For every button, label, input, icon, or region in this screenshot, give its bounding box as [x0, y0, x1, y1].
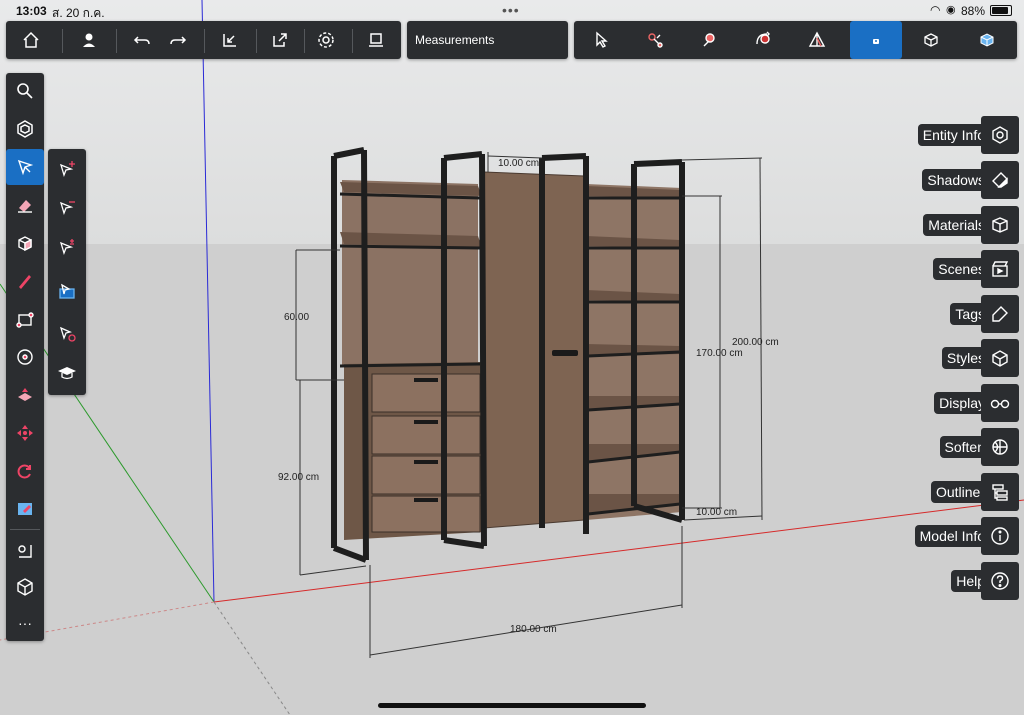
entity-info-icon[interactable] — [981, 116, 1019, 154]
blue-axis — [201, 0, 215, 603]
undo-icon[interactable] — [124, 21, 160, 59]
tray-shadows[interactable]: Shadows — [880, 161, 1024, 199]
settings-icon[interactable] — [306, 21, 346, 59]
green-axis-dotted — [213, 601, 291, 715]
select-icon[interactable] — [582, 21, 620, 59]
model-info-icon[interactable] — [981, 517, 1019, 555]
wifi-icon: ◠ — [930, 3, 941, 17]
search-icon[interactable] — [6, 73, 44, 109]
right-tray: Entity Info Shadows Materials Scenes Tag… — [880, 116, 1024, 606]
select-add-icon[interactable] — [48, 151, 86, 187]
styles-icon[interactable] — [981, 339, 1019, 377]
component-icon[interactable] — [6, 111, 44, 147]
eraser-icon[interactable] — [6, 187, 44, 223]
move-icon[interactable] — [6, 415, 44, 451]
home-icon[interactable] — [12, 21, 50, 59]
tray-materials[interactable]: Materials — [880, 206, 1024, 244]
tray-label[interactable]: Entity Info — [917, 124, 990, 146]
tray-entity-info[interactable]: Entity Info — [880, 116, 1024, 154]
dimension-bottom: 180.00 cm — [510, 624, 557, 635]
select-flyout — [48, 149, 86, 395]
import-icon[interactable] — [210, 21, 250, 59]
push-pull-icon[interactable] — [6, 377, 44, 413]
orbit-view-icon[interactable] — [6, 569, 44, 605]
battery-percent: 88% — [961, 4, 986, 18]
select-none-icon[interactable] — [48, 315, 86, 351]
dimension-left-upper: 60.00 — [284, 312, 310, 323]
tray-display[interactable]: Display — [880, 384, 1024, 422]
tray-styles[interactable]: Styles — [880, 339, 1024, 377]
wardrobe-model — [331, 147, 685, 563]
select-subtract-icon[interactable] — [48, 189, 86, 225]
learn-icon[interactable] — [48, 355, 86, 391]
tools-toolbar — [574, 21, 1017, 59]
home-indicator[interactable] — [378, 703, 646, 708]
redo-icon[interactable] — [160, 21, 196, 59]
layout-icon[interactable] — [356, 21, 396, 59]
component-icon[interactable] — [912, 21, 950, 59]
tray-label[interactable]: Materials — [923, 214, 990, 236]
dimension-top: 10.00 cm — [498, 158, 540, 169]
display-icon[interactable] — [981, 384, 1019, 422]
lasso-select-icon[interactable] — [636, 21, 674, 59]
dimension-left-lower: 92.00 cm — [278, 472, 320, 483]
shadows-icon[interactable] — [981, 161, 1019, 199]
multitask-dots-icon[interactable]: ••• — [502, 2, 520, 18]
status-time: 13:03 — [16, 4, 47, 18]
measurements-label: Measurements — [415, 33, 495, 47]
tray-model-info[interactable]: Model Info — [880, 517, 1024, 555]
more-icon[interactable]: ··· — [6, 605, 44, 641]
location-icon: ◉ — [946, 4, 956, 16]
circle-icon[interactable] — [6, 339, 44, 375]
measurements-box[interactable]: Measurements — [407, 21, 568, 59]
dimension-right-inner: 170.00 cm — [696, 348, 743, 359]
rotate-icon[interactable] — [6, 453, 44, 489]
select-icon[interactable] — [6, 149, 44, 185]
tray-scenes[interactable]: Scenes — [880, 250, 1024, 288]
dimension-right-outer: 200.00 cm — [732, 337, 779, 348]
rectangle-icon[interactable] — [6, 301, 44, 337]
tray-label[interactable]: Shadows — [922, 169, 990, 191]
status-bar: 13:03 ส. 20 ก.ค. ••• ◠ ◉ 88% — [0, 0, 1024, 20]
select-toggle-icon[interactable] — [48, 229, 86, 265]
tray-help[interactable]: Help — [880, 562, 1024, 600]
scenes-icon[interactable] — [981, 250, 1019, 288]
paint-icon[interactable] — [6, 491, 44, 527]
dimension-bottom-small: 10.00 cm — [696, 507, 738, 518]
model-viewport[interactable] — [0, 0, 1024, 715]
help-icon[interactable] — [981, 562, 1019, 600]
box-icon[interactable] — [6, 225, 44, 261]
section-plane-icon[interactable] — [798, 21, 836, 59]
tray-soften[interactable]: Soften — [880, 428, 1024, 466]
paint-bucket-icon[interactable] — [690, 21, 728, 59]
battery-icon — [990, 5, 1012, 16]
3d-view-icon[interactable] — [968, 21, 1006, 59]
tags-icon[interactable] — [981, 295, 1019, 333]
soften-icon[interactable] — [981, 428, 1019, 466]
xray-icon[interactable] — [850, 21, 902, 59]
tray-tags[interactable]: Tags — [880, 295, 1024, 333]
tray-label[interactable]: Model Info — [914, 525, 990, 547]
outliner-icon[interactable] — [981, 473, 1019, 511]
orbit-icon[interactable] — [744, 21, 782, 59]
left-toolbar: ··· — [6, 73, 44, 641]
main-toolbar — [6, 21, 401, 59]
tray-outliner[interactable]: Outliner — [880, 473, 1024, 511]
materials-icon[interactable] — [981, 206, 1019, 244]
door-handle — [552, 350, 578, 356]
tape-measure-icon[interactable] — [6, 533, 44, 569]
select-all-icon[interactable] — [48, 273, 86, 309]
pencil-icon[interactable] — [6, 263, 44, 299]
user-icon[interactable] — [70, 21, 108, 59]
export-icon[interactable] — [260, 21, 300, 59]
